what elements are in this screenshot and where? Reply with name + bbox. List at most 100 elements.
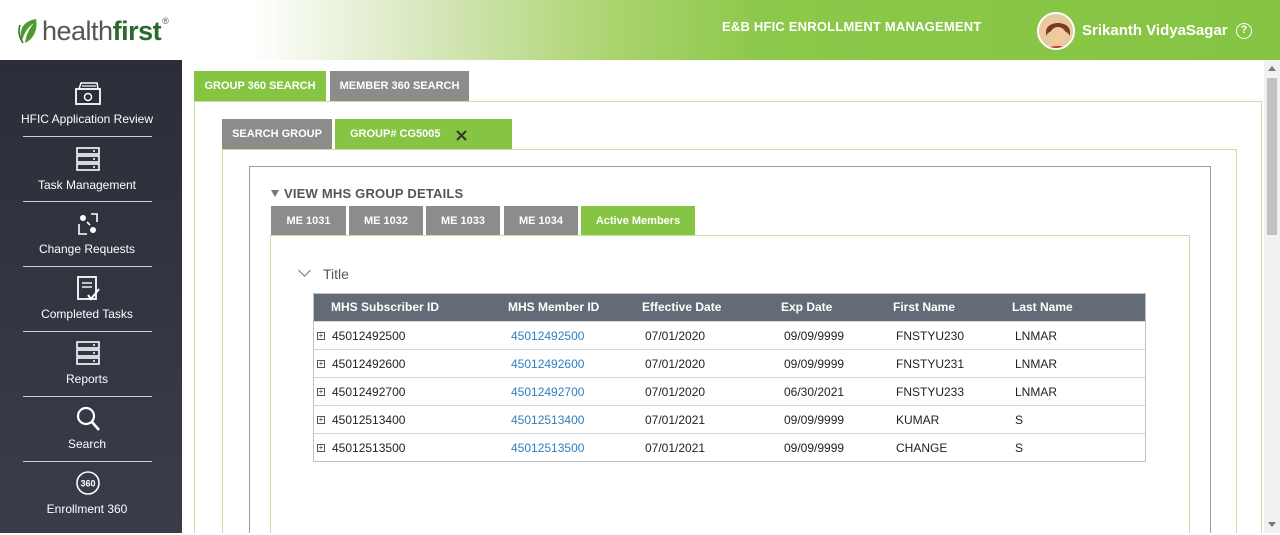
table-header: MHS Subscriber ID MHS Member ID Effectiv…: [314, 294, 1145, 321]
section-title[interactable]: VIEW MHS GROUP DETAILS: [271, 186, 463, 201]
table-row: + 45012513400 45012513400 07/01/2021 09/…: [314, 405, 1145, 433]
scroll-down-arrow-icon[interactable]: [1268, 522, 1276, 527]
tab-me-1033[interactable]: ME 1033: [426, 206, 500, 236]
sidebar-divider: [23, 331, 152, 332]
completed-tasks-icon: [77, 276, 100, 301]
expand-row-icon[interactable]: +: [317, 416, 325, 424]
col-header-first-name[interactable]: First Name: [893, 300, 955, 314]
sidebar-item-label: Enrollment 360: [46, 502, 128, 516]
app-title: E&B HFIC ENROLLMENT MANAGEMENT: [722, 19, 982, 34]
cell-last-name: LNMAR: [1015, 357, 1058, 371]
user-name[interactable]: Srikanth VidyaSagar: [1082, 22, 1228, 39]
app-header: healthfirst® E&B HFIC ENROLLMENT MANAGEM…: [0, 0, 1280, 60]
collapse-triangle-icon: [271, 190, 279, 197]
scrollbar-thumb[interactable]: [1267, 78, 1277, 235]
col-header-last-name[interactable]: Last Name: [1012, 300, 1073, 314]
leaf-icon: [18, 19, 37, 44]
table-row: + 45012513500 45012513500 07/01/2021 09/…: [314, 433, 1145, 461]
table-row: + 45012492600 45012492600 07/01/2020 09/…: [314, 349, 1145, 377]
avatar[interactable]: [1037, 12, 1075, 50]
sidebar-divider: [23, 201, 152, 202]
col-header-subscriber-id[interactable]: MHS Subscriber ID: [331, 300, 439, 314]
reports-icon: [76, 341, 100, 365]
sidebar-item-label: Completed Tasks: [41, 307, 133, 321]
cell-member-id-link[interactable]: 45012492700: [511, 385, 584, 399]
cell-last-name: LNMAR: [1015, 385, 1058, 399]
cell-member-id-link[interactable]: 45012513500: [511, 441, 584, 455]
vertical-scrollbar[interactable]: [1264, 60, 1280, 533]
cell-exp-date: 09/09/9999: [784, 329, 845, 343]
expand-row-icon[interactable]: +: [317, 332, 325, 340]
members-table: MHS Subscriber ID MHS Member ID Effectiv…: [313, 293, 1146, 462]
tab-search-group[interactable]: SEARCH GROUP: [222, 119, 332, 149]
sidebar-item-label: HFIC Application Review: [20, 112, 154, 126]
tab-active-members[interactable]: Active Members: [581, 206, 695, 236]
sidebar: HFIC Application Review Task Management …: [0, 60, 182, 533]
cell-effective-date: 07/01/2020: [645, 385, 706, 399]
col-header-member-id[interactable]: MHS Member ID: [508, 300, 599, 314]
sidebar-divider: [23, 266, 152, 267]
sidebar-divider: [23, 461, 152, 462]
cell-first-name: KUMAR: [896, 413, 940, 427]
logo-text-first: first: [112, 15, 162, 46]
task-management-icon: [76, 147, 100, 171]
tab-group-cg5005-label: GROUP# CG5005: [350, 128, 441, 140]
cell-first-name: FNSTYU230: [896, 329, 965, 343]
panel-title[interactable]: Title: [298, 264, 349, 282]
tab-me-1034[interactable]: ME 1034: [504, 206, 578, 236]
sidebar-item-enrollment-360[interactable]: 360 Enrollment 360: [0, 470, 174, 535]
sidebar-divider: [23, 136, 152, 137]
cell-effective-date: 07/01/2021: [645, 441, 706, 455]
cell-effective-date: 07/01/2021: [645, 413, 706, 427]
col-header-effective-date[interactable]: Effective Date: [642, 300, 721, 314]
cell-first-name: FNSTYU231: [896, 357, 965, 371]
expand-row-icon[interactable]: +: [317, 360, 325, 368]
panel-title-label: Title: [323, 266, 349, 282]
help-icon[interactable]: ?: [1236, 23, 1252, 39]
tab-group-cg5005[interactable]: GROUP# CG5005: [335, 119, 512, 149]
cell-member-id-link[interactable]: 45012513400: [511, 413, 584, 427]
sidebar-item-label: Change Requests: [38, 242, 136, 256]
logo-registered-mark: ®: [162, 15, 169, 26]
cell-last-name: S: [1015, 413, 1024, 427]
logo-text-health: health: [42, 15, 113, 46]
sidebar-item-label: Task Management: [37, 178, 137, 192]
cell-effective-date: 07/01/2020: [645, 357, 706, 371]
enrollment-360-icon-text: 360: [80, 479, 95, 489]
user-avatar-icon: [1039, 14, 1073, 48]
cell-subscriber-id: 45012492600: [332, 357, 406, 371]
cell-subscriber-id: 45012513500: [332, 441, 406, 455]
tab-me-1032[interactable]: ME 1032: [349, 206, 423, 236]
tab-me-1031[interactable]: ME 1031: [271, 206, 346, 236]
healthfirst-logo[interactable]: healthfirst®: [16, 14, 169, 48]
sidebar-item-label: Reports: [65, 372, 109, 386]
enrollment-360-icon: 360: [76, 471, 100, 495]
cell-exp-date: 09/09/9999: [784, 413, 845, 427]
cell-subscriber-id: 45012492700: [332, 385, 406, 399]
cell-subscriber-id: 45012492500: [332, 329, 406, 343]
tab-group-360-search[interactable]: GROUP 360 SEARCH: [194, 71, 326, 101]
application-review-icon: [75, 82, 101, 105]
cell-exp-date: 09/09/9999: [784, 441, 845, 455]
cell-subscriber-id: 45012513400: [332, 413, 406, 427]
expand-row-icon[interactable]: +: [317, 388, 325, 396]
table-row: + 45012492700 45012492700 07/01/2020 06/…: [314, 377, 1145, 405]
sidebar-divider: [23, 396, 152, 397]
chevron-down-icon: [298, 264, 311, 277]
cell-first-name: FNSTYU233: [896, 385, 965, 399]
cell-last-name: S: [1015, 441, 1024, 455]
col-header-exp-date[interactable]: Exp Date: [781, 300, 832, 314]
close-icon[interactable]: [456, 130, 467, 141]
expand-row-icon[interactable]: +: [317, 444, 325, 452]
change-requests-icon: [78, 213, 98, 235]
cell-first-name: CHANGE: [896, 441, 948, 455]
sidebar-item-label: Search: [67, 437, 107, 451]
scroll-up-arrow-icon[interactable]: [1268, 66, 1276, 71]
table-row: + 45012492500 45012492500 07/01/2020 09/…: [314, 321, 1145, 349]
section-title-label: VIEW MHS GROUP DETAILS: [284, 186, 464, 201]
cell-member-id-link[interactable]: 45012492600: [511, 357, 584, 371]
cell-exp-date: 09/09/9999: [784, 357, 845, 371]
tab-member-360-search[interactable]: MEMBER 360 SEARCH: [330, 71, 469, 101]
cell-member-id-link[interactable]: 45012492500: [511, 329, 584, 343]
search-icon: [76, 406, 100, 431]
